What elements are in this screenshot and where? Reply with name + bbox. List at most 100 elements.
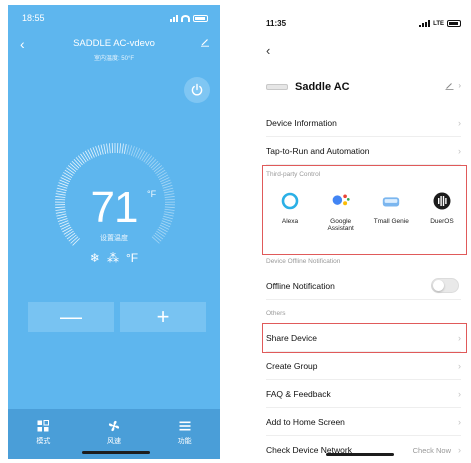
dial-tick xyxy=(119,143,122,154)
menu-icon xyxy=(179,421,191,431)
power-button[interactable] xyxy=(184,77,210,103)
tab-label: 风速 xyxy=(107,438,121,445)
device-header[interactable]: Saddle AC › xyxy=(266,75,461,99)
dial-tick xyxy=(75,157,83,166)
third-party-list: Alexa Google Assistant Tmall Genie DuerO… xyxy=(266,191,466,232)
edit-pencil-icon[interactable] xyxy=(200,37,210,47)
network-type: LTE xyxy=(433,20,444,27)
air-conditioner-icon xyxy=(266,84,288,90)
decrease-temp-button[interactable]: — xyxy=(28,302,114,332)
dial-tick xyxy=(66,167,75,174)
dial-tick xyxy=(100,144,104,155)
row-label: Tap-to-Run and Automation xyxy=(266,145,370,156)
ac-control-screen: 18:55 ‹ SADDLE AC-vdevo 室内温度: 50°F 71 °F… xyxy=(8,5,220,459)
home-indicator[interactable] xyxy=(82,451,150,454)
offline-notification-toggle[interactable] xyxy=(431,278,459,293)
dial-tick xyxy=(145,155,153,164)
fan-speed-icon: ⁂ xyxy=(106,251,119,265)
minus-icon: — xyxy=(60,304,82,329)
status-time: 11:35 xyxy=(266,19,287,28)
chevron-right-icon: › xyxy=(458,388,461,399)
tab-label: 模式 xyxy=(36,438,51,445)
device-name: Saddle AC xyxy=(295,81,350,93)
chevron-right-icon: › xyxy=(458,332,461,343)
alexa-icon xyxy=(280,191,300,211)
chevron-right-icon: › xyxy=(458,445,461,455)
check-now-value: Check Now xyxy=(412,445,451,455)
back-chevron-icon[interactable]: ‹ xyxy=(20,36,25,52)
temperature-unit: °F xyxy=(147,189,157,199)
dial-tick xyxy=(71,160,80,169)
third-party-dueros[interactable]: DuerOS xyxy=(418,191,466,232)
row-faq-feedback[interactable]: FAQ & Feedback › xyxy=(266,380,461,408)
signal-icon xyxy=(170,14,178,22)
tab-mode[interactable]: 模式 xyxy=(8,409,79,459)
edit-device-name[interactable]: › xyxy=(445,81,461,90)
dial-tick xyxy=(155,167,164,174)
status-bar: 18:55 xyxy=(22,13,208,25)
row-add-to-home[interactable]: Add to Home Screen › xyxy=(266,408,461,436)
third-party-tmall-genie[interactable]: Tmall Genie xyxy=(367,191,415,232)
status-icons: LTE xyxy=(419,20,461,27)
third-party-google-assistant[interactable]: Google Assistant xyxy=(317,191,365,232)
google-assistant-icon xyxy=(331,191,351,211)
wifi-icon xyxy=(181,14,190,22)
row-device-information[interactable]: Device Information › xyxy=(266,109,461,137)
dueros-icon xyxy=(432,191,452,211)
third-party-label: Alexa xyxy=(281,218,299,225)
row-share-device[interactable]: Share Device › xyxy=(266,324,461,352)
third-party-label: Google Assistant xyxy=(327,218,354,232)
section-third-party: Third-party Control xyxy=(266,171,321,178)
edit-pencil-icon xyxy=(445,82,454,90)
chevron-right-icon: › xyxy=(458,81,461,90)
row-label: Share Device xyxy=(266,332,318,343)
set-temperature-label: 设置温度 xyxy=(100,235,128,242)
indoor-temp-label: 室内温度: 50°F xyxy=(93,56,135,62)
dial-tick xyxy=(156,169,166,176)
dial-tick xyxy=(123,143,127,154)
mode-grid-icon xyxy=(37,420,50,432)
dial-tick xyxy=(126,144,130,155)
mode-indicators: ❄ ⁂ °F xyxy=(8,251,220,265)
nav-bar: ‹ SADDLE AC-vdevo 室内温度: 50°F xyxy=(8,35,220,63)
dial-tick xyxy=(147,157,155,166)
row-label: Add to Home Screen xyxy=(266,416,345,427)
signal-icon xyxy=(419,20,431,27)
battery-icon xyxy=(193,14,208,22)
row-create-group[interactable]: Create Group › xyxy=(266,352,461,380)
device-title: SADDLE AC-vdevo xyxy=(73,38,155,49)
dial-tick xyxy=(153,165,163,173)
dial-tick xyxy=(64,169,74,176)
dial-tick xyxy=(80,153,87,163)
third-party-alexa[interactable]: Alexa xyxy=(266,191,314,232)
dial-tick xyxy=(97,145,102,156)
fan-icon xyxy=(108,420,120,432)
third-party-label: DuerOS xyxy=(430,218,454,225)
tab-label: 功能 xyxy=(177,438,192,445)
snowflake-icon: ❄ xyxy=(89,251,100,265)
tab-functions[interactable]: 功能 xyxy=(149,409,220,459)
dial-tick xyxy=(69,163,78,171)
power-icon xyxy=(191,83,203,96)
dial-tick xyxy=(106,143,109,154)
dial-tick xyxy=(121,143,124,154)
section-offline: Device Offline Notification xyxy=(266,258,341,265)
row-label: Offline Notification xyxy=(266,280,335,291)
plus-icon: + xyxy=(156,304,170,329)
third-party-label: Tmall Genie xyxy=(373,218,409,225)
row-label: Create Group xyxy=(266,360,318,371)
tmall-genie-icon xyxy=(381,191,401,211)
dial-tick xyxy=(148,158,157,167)
back-chevron-icon[interactable]: ‹ xyxy=(266,43,270,58)
row-tap-to-run[interactable]: Tap-to-Run and Automation › xyxy=(266,137,461,165)
device-settings-screen: 11:35 LTE ‹ Saddle AC › Device Informati… xyxy=(252,5,471,459)
status-time: 18:55 xyxy=(22,13,45,23)
chevron-right-icon: › xyxy=(458,145,461,156)
dial-tick xyxy=(67,165,77,173)
dial-tick xyxy=(73,158,82,167)
row-label: Device Information xyxy=(266,117,337,128)
increase-temp-button[interactable]: + xyxy=(120,302,206,332)
status-bar: 11:35 LTE xyxy=(266,19,461,31)
status-icons xyxy=(170,14,208,22)
home-indicator[interactable] xyxy=(326,453,394,456)
